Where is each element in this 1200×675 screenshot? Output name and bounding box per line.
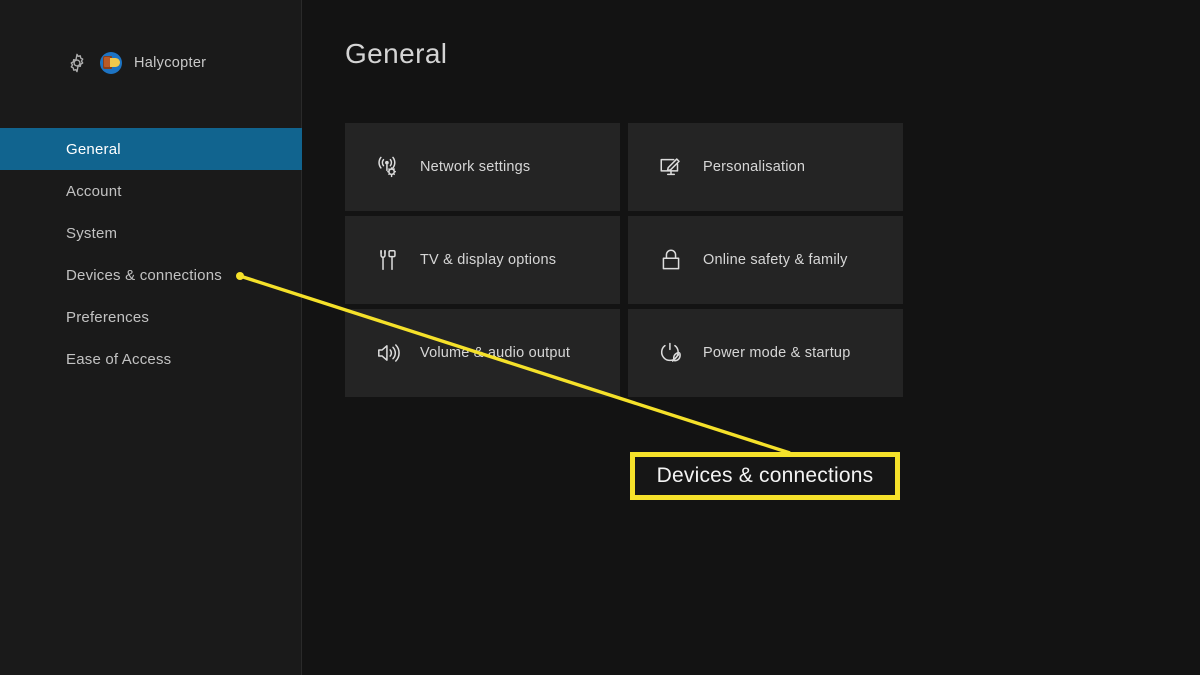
tile-label: TV & display options	[420, 252, 557, 268]
sidebar-item-ease-of-access[interactable]: Ease of Access	[0, 338, 302, 380]
sidebar-item-devices-connections[interactable]: Devices & connections	[0, 254, 302, 296]
xbox-settings-screen: Halycopter General Account System Device…	[0, 0, 1200, 675]
sidebar-item-label: Devices & connections	[66, 266, 222, 284]
sidebar-item-label: Ease of Access	[66, 350, 172, 368]
settings-tile-grid: Network settings Personalisation TV & di…	[345, 123, 947, 397]
personalisation-pen-icon	[658, 154, 684, 180]
sidebar-item-label: Preferences	[66, 308, 150, 326]
sidebar-item-label: General	[66, 140, 121, 158]
tile-network-settings[interactable]: Network settings	[345, 123, 620, 211]
sidebar-item-system[interactable]: System	[0, 212, 302, 254]
page-title: General	[345, 38, 448, 69]
tile-label: Personalisation	[703, 159, 806, 175]
tile-label: Volume & audio output	[420, 345, 571, 361]
sidebar-item-label: System	[66, 224, 118, 242]
sidebar-nav: General Account System Devices & connect…	[0, 128, 302, 380]
tile-label: Power mode & startup	[703, 345, 851, 361]
tile-personalisation[interactable]: Personalisation	[628, 123, 903, 211]
sidebar-item-general[interactable]: General	[0, 128, 302, 170]
profile-name: Halycopter	[134, 55, 207, 71]
hdmi-cable-icon	[375, 247, 401, 273]
tile-tv-display-options[interactable]: TV & display options	[345, 216, 620, 304]
lock-icon	[658, 247, 684, 273]
network-settings-icon	[375, 154, 401, 180]
sidebar-item-preferences[interactable]: Preferences	[0, 296, 302, 338]
speaker-icon	[375, 340, 401, 366]
tile-label: Online safety & family	[703, 252, 848, 268]
power-leaf-icon	[658, 340, 684, 366]
annotation-callout-label: Devices & connections	[656, 464, 874, 487]
sidebar-item-label: Account	[66, 182, 122, 200]
avatar[interactable]	[100, 52, 122, 74]
tile-label: Network settings	[420, 159, 531, 175]
tile-online-safety-family[interactable]: Online safety & family	[628, 216, 903, 304]
gear-icon[interactable]	[66, 52, 88, 74]
sidebar: Halycopter General Account System Device…	[0, 0, 302, 675]
profile-row[interactable]: Halycopter	[0, 44, 302, 82]
sidebar-item-account[interactable]: Account	[0, 170, 302, 212]
tile-power-mode-startup[interactable]: Power mode & startup	[628, 309, 903, 397]
tile-volume-audio-output[interactable]: Volume & audio output	[345, 309, 620, 397]
main-panel: General Network settings Personalisation…	[302, 0, 1200, 675]
annotation-callout: Devices & connections	[630, 452, 900, 500]
